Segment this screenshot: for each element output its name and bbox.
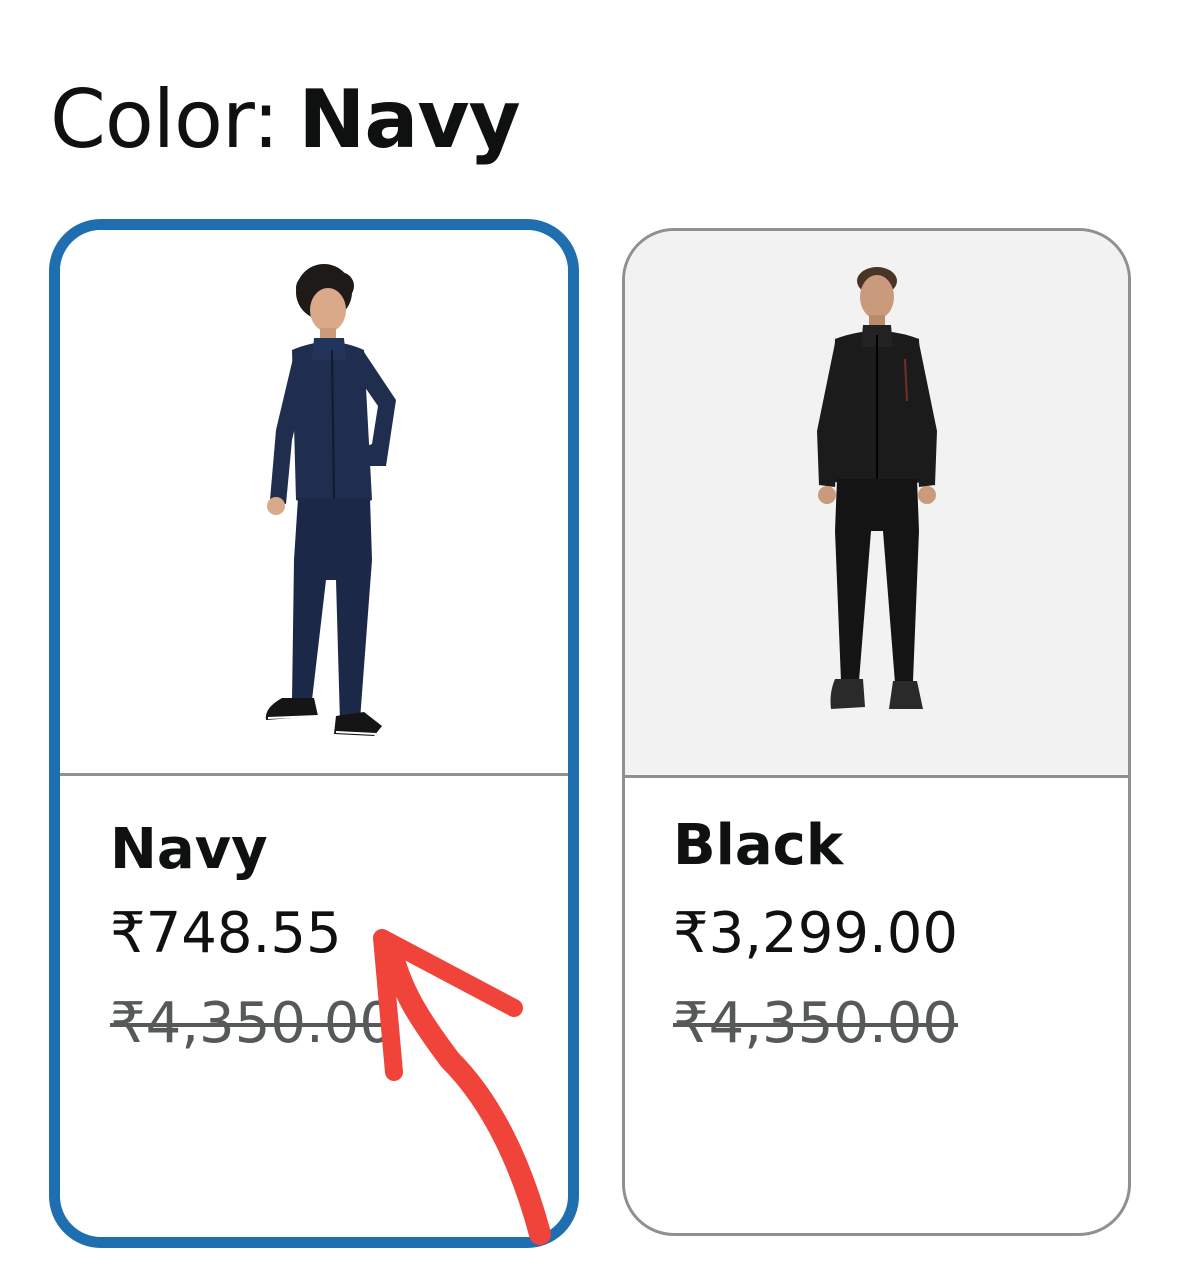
swatch-image-black <box>625 231 1128 778</box>
color-swatch-black[interactable]: Black ₹3,299.00 ₹4,350.00 <box>622 228 1131 1236</box>
swatch-price-navy: ₹748.55 <box>110 901 342 966</box>
navy-tracksuit-photo-icon <box>265 264 396 736</box>
color-swatch-navy[interactable]: Navy ₹748.55 ₹4,350.00 <box>49 219 579 1248</box>
swatch-list-price-black: ₹4,350.00 <box>673 991 959 1056</box>
swatch-list-price-navy: ₹4,350.00 <box>110 991 396 1056</box>
swatch-name-navy: Navy <box>110 817 268 882</box>
selected-color-value: Navy <box>298 73 520 166</box>
black-tracksuit-photo-icon <box>816 267 937 709</box>
swatch-price-black: ₹3,299.00 <box>673 901 959 966</box>
swatch-image-navy <box>60 230 568 776</box>
color-label: Color: <box>50 73 279 166</box>
swatch-name-black: Black <box>673 813 844 878</box>
color-heading: Color: Navy <box>50 72 521 168</box>
